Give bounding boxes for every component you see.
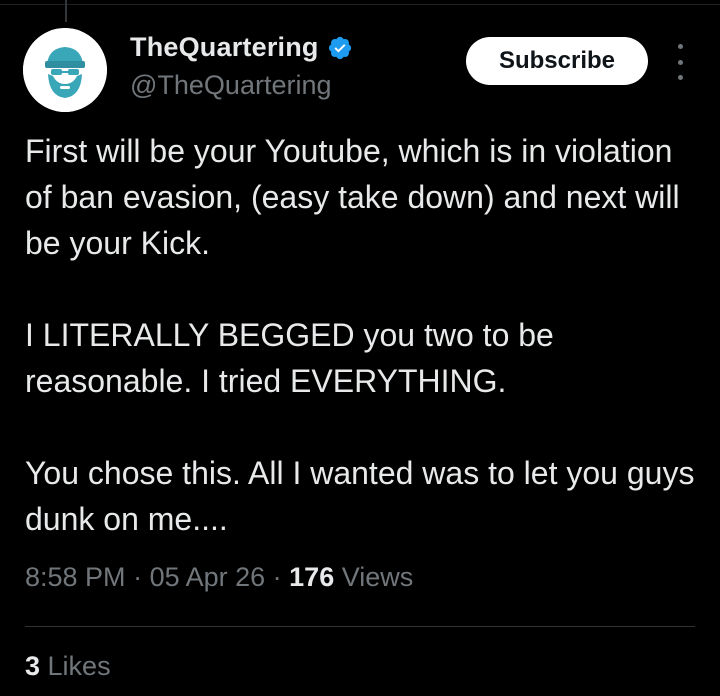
meta-separator: · bbox=[265, 562, 290, 592]
verified-badge-icon bbox=[327, 35, 353, 61]
views-label: Views bbox=[334, 562, 414, 592]
avatar[interactable] bbox=[23, 28, 107, 112]
subscribe-button[interactable]: Subscribe bbox=[466, 37, 648, 85]
more-options-icon[interactable] bbox=[670, 44, 690, 80]
tweet-paragraph: I LITERALLY BEGGED you two to be reasona… bbox=[25, 317, 554, 399]
tweet-paragraph: You chose this. All I wanted was to let … bbox=[25, 455, 695, 537]
meta-separator: · bbox=[125, 562, 150, 592]
author-name-row: TheQuartering bbox=[130, 32, 353, 63]
author-display-name[interactable]: TheQuartering bbox=[130, 32, 319, 63]
thread-connector-line bbox=[65, 0, 67, 22]
dot bbox=[677, 59, 683, 65]
tweet-date[interactable]: 05 Apr 26 bbox=[150, 562, 266, 592]
top-divider bbox=[0, 4, 720, 5]
likes-link[interactable]: 3 Likes bbox=[25, 651, 111, 682]
tweet-meta: 8:58 PM · 05 Apr 26 · 176 Views bbox=[25, 562, 413, 593]
tweet-paragraph: First will be your Youtube, which is in … bbox=[25, 133, 680, 261]
likes-label: Likes bbox=[40, 651, 111, 681]
dot bbox=[677, 44, 683, 49]
dot bbox=[677, 75, 683, 80]
bearded-man-avatar-icon bbox=[23, 28, 107, 112]
engagement-divider bbox=[25, 626, 695, 627]
likes-count: 3 bbox=[25, 651, 41, 681]
views-count: 176 bbox=[289, 562, 335, 592]
author-handle[interactable]: @TheQuartering bbox=[130, 70, 332, 101]
tweet-time[interactable]: 8:58 PM bbox=[25, 562, 126, 592]
tweet-text: First will be your Youtube, which is in … bbox=[25, 128, 695, 542]
